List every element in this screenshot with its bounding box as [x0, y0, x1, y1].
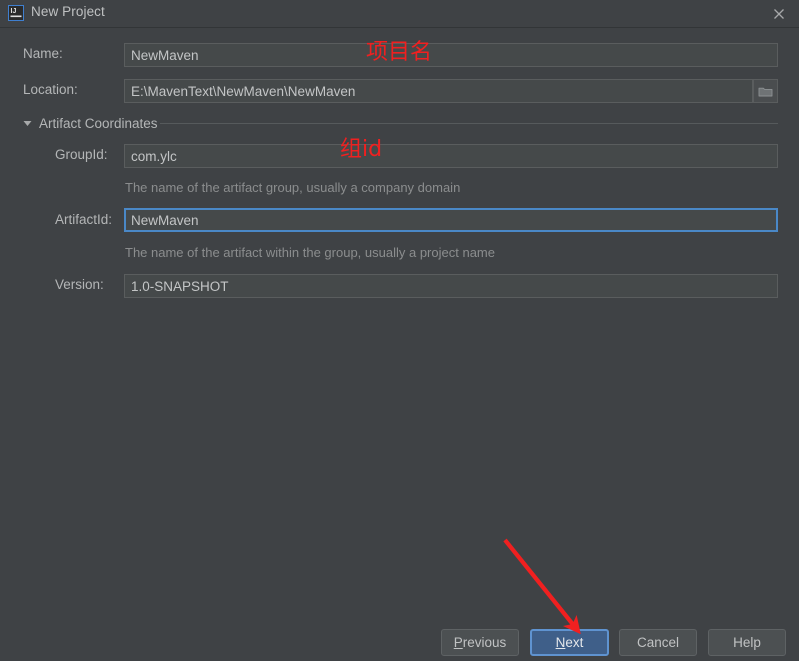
name-input[interactable]: NewMaven	[124, 43, 778, 67]
location-input-value: E:\MavenText\NewMaven\NewMaven	[131, 83, 356, 99]
help-button[interactable]: Help	[708, 629, 786, 656]
artifactid-input-value: NewMaven	[131, 212, 199, 228]
version-input-value: 1.0-SNAPSHOT	[131, 278, 229, 294]
previous-button-label: Previous	[453, 635, 507, 650]
artifact-coordinates-section-toggle[interactable]: Artifact Coordinates	[23, 114, 158, 132]
next-button-label: Next	[555, 635, 584, 650]
version-input[interactable]: 1.0-SNAPSHOT	[124, 274, 778, 298]
name-input-value: NewMaven	[131, 47, 199, 63]
groupid-input-value: com.ylc	[131, 148, 177, 164]
location-label: Location:	[23, 82, 78, 97]
version-label: Version:	[55, 277, 104, 292]
previous-button[interactable]: Previous	[441, 629, 519, 656]
cancel-button[interactable]: Cancel	[619, 629, 697, 656]
groupid-hint: The name of the artifact group, usually …	[125, 180, 461, 195]
chevron-down-icon	[23, 120, 32, 126]
window-title: New Project	[31, 4, 105, 19]
artifactid-label: ArtifactId:	[55, 212, 113, 227]
svg-text:IJ: IJ	[11, 8, 17, 15]
title-bar-divider	[0, 27, 799, 28]
name-label: Name:	[23, 46, 63, 61]
artifactid-input[interactable]: NewMaven	[124, 208, 778, 232]
title-bar: IJ New Project	[0, 0, 799, 27]
intellij-idea-icon: IJ	[8, 5, 24, 21]
cancel-button-label: Cancel	[636, 635, 680, 650]
close-icon[interactable]	[768, 3, 790, 25]
groupid-label: GroupId:	[55, 147, 108, 162]
help-button-label: Help	[733, 635, 761, 650]
next-button[interactable]: Next	[530, 629, 609, 656]
groupid-input[interactable]: com.ylc	[124, 144, 778, 168]
folder-browse-icon[interactable]	[753, 79, 778, 103]
artifactid-hint: The name of the artifact within the grou…	[125, 245, 495, 260]
section-divider	[160, 123, 778, 124]
location-input[interactable]: E:\MavenText\NewMaven\NewMaven	[124, 79, 753, 103]
artifact-coordinates-section-title: Artifact Coordinates	[39, 115, 158, 131]
